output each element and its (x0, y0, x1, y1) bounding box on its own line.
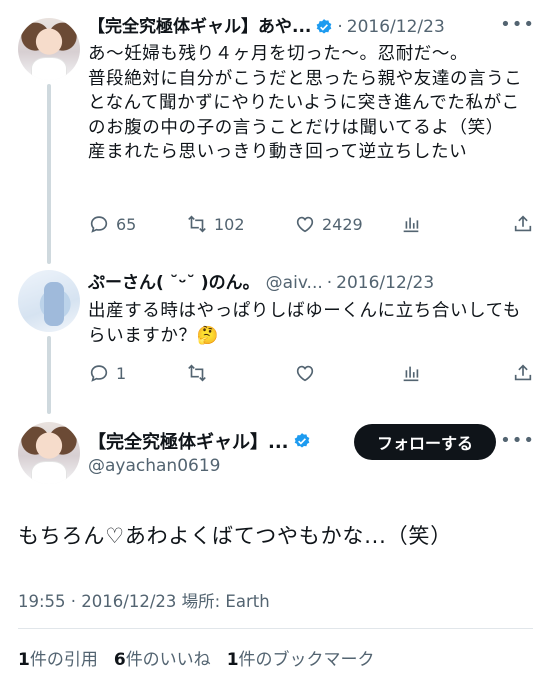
likes-stat[interactable]: 6件のいいね (114, 645, 211, 670)
retweet-button[interactable] (186, 362, 294, 384)
tweet-header: ぷーさん( ˘ᵕ˘ )のん。 @aiv... · 2016/12/23 (88, 272, 535, 294)
views-button[interactable] (400, 213, 512, 235)
bookmarks-label: 件のブックマーク (238, 650, 375, 670)
bookmarks-count: 1 (226, 650, 239, 670)
retweet-count: 102 (214, 214, 245, 234)
reply-icon (90, 365, 108, 382)
reply-button[interactable]: 65 (88, 213, 186, 235)
tweet-stats: 1件の引用 6件のいいね 1件のブックマーク (18, 645, 391, 670)
share-icon (514, 215, 532, 232)
more-options-icon[interactable]: ••• (500, 14, 535, 35)
user-handle[interactable]: @ayachan0619 (88, 456, 220, 476)
reply-button[interactable]: 1 (88, 362, 186, 384)
quotes-stat[interactable]: 1件の引用 (18, 645, 98, 670)
display-name[interactable]: 【完全究極体ギャル】... (88, 428, 289, 454)
quotes-label: 件の引用 (29, 650, 98, 670)
verified-badge-icon (317, 19, 332, 34)
heart-icon (296, 216, 314, 233)
follow-button[interactable]: フォローする (354, 424, 496, 460)
tweet-timestamp[interactable]: 19:55 · 2016/12/23 場所: Earth (18, 588, 270, 612)
reply-icon (90, 216, 108, 233)
tweet-date[interactable]: 2016/12/23 (336, 272, 434, 294)
views-icon (403, 366, 419, 382)
tweet-text: 出産する時はやっぱりしばゆーくんに立ち合いしてもらいますか？🤔 (88, 301, 521, 346)
display-name[interactable]: ぷーさん( ˘ᵕ˘ )のん。 (88, 272, 260, 294)
views-icon (403, 217, 419, 233)
share-button[interactable] (512, 213, 534, 235)
thread-line (47, 336, 51, 414)
retweet-icon (188, 215, 206, 233)
separator-dot: · (326, 273, 333, 293)
retweet-button[interactable]: 102 (186, 213, 294, 235)
tweet-text: あ〜妊婦も残り４ヶ月を切った〜。忍耐だ〜。 普段絶対に自分がこうだと思ったら親や… (88, 44, 523, 162)
likes-count: 6 (113, 650, 126, 670)
avatar[interactable] (18, 18, 80, 80)
tweet-date[interactable]: 2016/12/23 (347, 16, 445, 38)
share-button[interactable] (512, 362, 534, 384)
avatar[interactable] (18, 270, 80, 332)
like-count: 2429 (322, 214, 363, 234)
separator-dot: · (337, 17, 343, 37)
reply-count: 65 (116, 214, 137, 234)
divider (18, 628, 533, 629)
focus-header: 【完全究極体ギャル】... (88, 428, 311, 454)
likes-label: 件のいいね (125, 650, 211, 670)
retweet-icon (188, 364, 206, 382)
tweet-actions: 1 (88, 361, 535, 385)
tweet-header: 【完全究極体ギャル】あや... · 2016/12/23 (88, 16, 535, 38)
views-button[interactable] (400, 362, 512, 384)
share-icon (514, 364, 532, 381)
quotes-count: 1 (18, 650, 30, 670)
user-handle[interactable]: @aiv... (266, 272, 323, 294)
reply-count: 1 (116, 363, 127, 383)
tweet-actions: 65 102 2429 (88, 212, 535, 236)
more-options-icon[interactable]: ••• (500, 430, 535, 451)
heart-icon (296, 365, 314, 382)
thread-line (47, 84, 51, 264)
display-name[interactable]: 【完全究極体ギャル】あや... (88, 16, 311, 38)
bookmarks-stat[interactable]: 1件のブックマーク (227, 645, 375, 670)
tweet-text: もちろん♡あわよくばてつやもかな...（笑） (18, 524, 453, 548)
like-button[interactable] (294, 362, 400, 384)
like-button[interactable]: 2429 (294, 213, 400, 235)
avatar[interactable] (18, 422, 80, 484)
verified-badge-icon (294, 433, 309, 448)
